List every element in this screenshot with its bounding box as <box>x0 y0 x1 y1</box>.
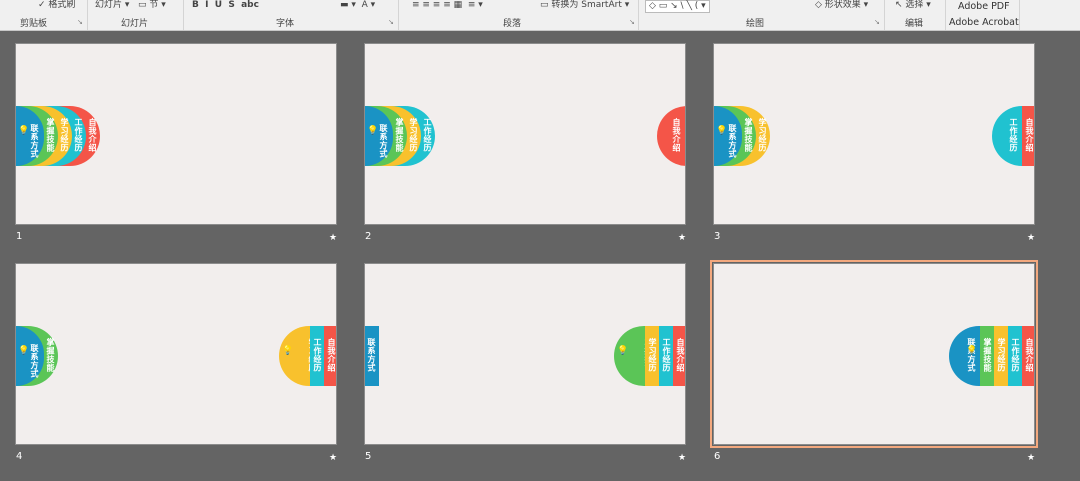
slide-thumbnail-3[interactable]: 学习经历 掌握技能 联系方式 💡 工作经历 自我介绍 <box>713 43 1035 225</box>
lightbulb-icon: 💡 <box>282 346 294 356</box>
font-format-buttons[interactable]: B I U S abc <box>192 0 259 11</box>
divider <box>183 0 184 30</box>
group-acrobat: Adobe Acrobat <box>949 17 1019 28</box>
format-painter-button[interactable]: ✓ 格式刷 <box>38 0 75 11</box>
adobe-pdf-button[interactable]: Adobe PDF <box>958 1 1010 12</box>
lightbulb-icon: 💡 <box>18 126 30 136</box>
shapes-gallery[interactable]: ◇ ▭ ↘ \ ╲ ( ▾ <box>645 0 710 13</box>
group-editing: 编辑 <box>905 19 924 29</box>
new-slide-button[interactable]: 幻灯片 ▾ <box>95 0 129 11</box>
lightbulb-icon: 💡 <box>367 126 379 136</box>
divider <box>1019 0 1020 30</box>
group-drawing: 绘图 <box>746 19 765 29</box>
slide-number: 4 <box>16 451 23 462</box>
slide-number: 3 <box>714 231 721 242</box>
tab-intro: 自我介绍 <box>324 326 336 386</box>
paragraph-launcher-icon[interactable]: ↘ <box>629 18 635 26</box>
select-button[interactable]: ↖ 选择 ▾ <box>895 0 931 11</box>
lightbulb-icon: 💡 <box>18 346 30 356</box>
transition-star-icon[interactable]: ★ <box>329 233 337 243</box>
transition-star-icon[interactable]: ★ <box>329 453 337 463</box>
transition-star-icon[interactable]: ★ <box>1027 453 1035 463</box>
section-button[interactable]: ▭ 节 ▾ <box>138 0 166 11</box>
tab-contact: 联系方式 <box>365 326 379 386</box>
tab-intro: 自我介绍 <box>1022 326 1034 386</box>
drawing-launcher-icon[interactable]: ↘ <box>874 18 880 26</box>
divider <box>945 0 946 30</box>
paragraph-align-buttons[interactable]: ≡ ≡ ≡ ≡ ▦ ≡ ▾ <box>412 0 483 11</box>
slide-number: 2 <box>365 231 372 242</box>
slide-thumbnail-2[interactable]: 工作经历 学习经历 掌握技能 联系方式 💡 自我介绍 <box>364 43 686 225</box>
tab-intro: 自我介绍 <box>673 326 685 386</box>
tab-intro: 自我介绍 <box>657 106 685 166</box>
shape-effects-button[interactable]: ◇ 形状效果 ▾ <box>815 0 868 11</box>
font-color-button[interactable]: ▬ ▾ A ▾ <box>340 0 375 11</box>
slide-number: 5 <box>365 451 372 462</box>
slide-thumbnail-1[interactable]: 自我介绍 工作经历 学习经历 掌握技能 联系方式 💡 <box>15 43 337 225</box>
divider <box>884 0 885 30</box>
slide-thumbnail-4[interactable]: 掌握技能 联系方式 💡 学习经历 工作经历 自我介绍 💡 <box>15 263 337 445</box>
slide-thumbnail-6[interactable]: 联系方式 掌握技能 学习经历 工作经历 自我介绍 💡 <box>710 260 1038 448</box>
divider <box>638 0 639 30</box>
lightbulb-icon: 💡 <box>617 346 629 356</box>
slide-number: 6 <box>714 451 721 462</box>
group-clipboard: 剪贴板 <box>20 19 48 29</box>
convert-smartart-button[interactable]: ▭ 转换为 SmartArt ▾ <box>540 0 629 11</box>
group-font: 字体 <box>276 19 295 29</box>
transition-star-icon[interactable]: ★ <box>678 233 686 243</box>
group-paragraph: 段落 <box>503 19 522 29</box>
lightbulb-icon: 💡 <box>716 126 728 136</box>
font-launcher-icon[interactable]: ↘ <box>388 18 394 26</box>
transition-star-icon[interactable]: ★ <box>678 453 686 463</box>
slide-number: 1 <box>16 231 23 242</box>
divider <box>87 0 88 30</box>
lightbulb-icon: 💡 <box>966 346 978 356</box>
clipboard-launcher-icon[interactable]: ↘ <box>77 18 83 26</box>
group-slides: 幻灯片 <box>121 19 149 29</box>
slide-thumbnail-5[interactable]: 联系方式 掌握技能 学习经历 工作经历 自我介绍 💡 <box>364 263 686 445</box>
ribbon: ✓ 格式刷 幻灯片 ▾ ▭ 节 ▾ B I U S abc ▬ ▾ A ▾ ≡ … <box>0 0 1080 31</box>
divider <box>398 0 399 30</box>
transition-star-icon[interactable]: ★ <box>1027 233 1035 243</box>
tab-intro: 自我介绍 <box>1022 106 1034 166</box>
